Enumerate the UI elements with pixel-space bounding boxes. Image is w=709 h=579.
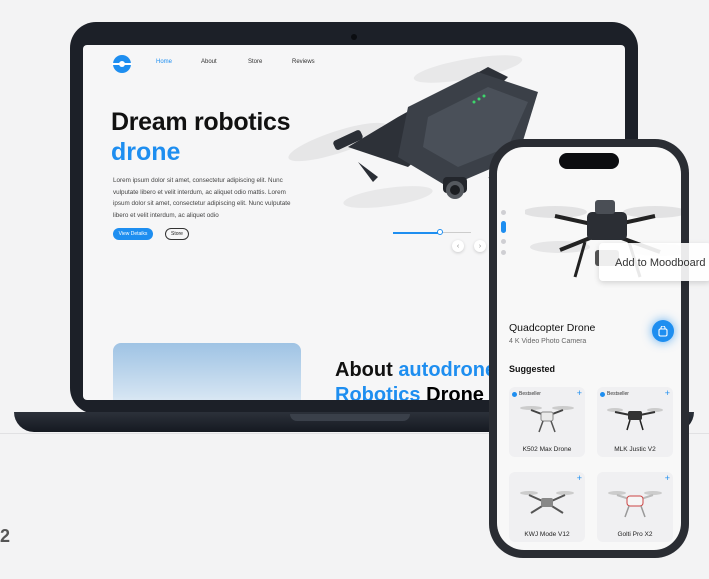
about-subtitle-accent: Robotics <box>335 384 421 400</box>
pager-dot[interactable] <box>501 250 506 255</box>
bestseller-badge: Bestseller <box>600 391 629 397</box>
badge-label: Bestseller <box>607 391 629 397</box>
nav-home[interactable]: Home <box>156 59 172 65</box>
drone-thumbnail <box>608 491 662 518</box>
pager-dot-active[interactable] <box>501 221 506 233</box>
laptop-camera <box>351 34 357 40</box>
about-title-text: About <box>335 359 399 381</box>
prev-arrow-icon[interactable]: ‹ <box>452 240 464 252</box>
image-pager[interactable] <box>501 210 507 261</box>
view-details-button[interactable]: View Detaiks <box>113 228 153 240</box>
pager-dot[interactable] <box>501 239 506 244</box>
product-meta: 4 K Video Photo Camera <box>509 338 587 345</box>
dynamic-island <box>559 153 619 169</box>
shopping-bag-icon[interactable] <box>652 320 674 342</box>
product-card-name: KWJ Mode V12 <box>524 531 570 538</box>
about-subtitle-text: Drone <box>420 384 484 400</box>
product-card-name: Golti Pro X2 <box>617 531 653 538</box>
laptop-notch <box>290 414 410 421</box>
product-card[interactable]: + Golti Pro X2 <box>597 472 673 542</box>
bestseller-badge: Bestseller <box>512 391 541 397</box>
badge-icon <box>512 391 517 397</box>
store-button[interactable]: Store <box>165 228 189 240</box>
badge-icon <box>600 391 605 397</box>
drone-thumbnail <box>520 406 574 433</box>
next-arrow-icon[interactable]: › <box>474 240 486 252</box>
product-card-name: MLK Justic V2 <box>614 446 656 453</box>
add-icon[interactable]: + <box>577 388 582 398</box>
product-drone-image <box>525 200 681 278</box>
carousel-track <box>441 232 471 233</box>
hero-description: Lorem ipsum dolor sit amet, consectetur … <box>113 177 291 219</box>
page-number: 2 <box>0 526 11 546</box>
add-icon[interactable]: + <box>577 473 582 483</box>
add-icon[interactable]: + <box>665 473 670 483</box>
hero-title-accent: drone <box>111 138 181 166</box>
carousel-handle[interactable] <box>437 229 443 235</box>
carousel-progress[interactable] <box>393 232 441 234</box>
product-card-name: K502 Max Drone <box>522 446 572 453</box>
about-image <box>113 343 301 400</box>
drone-thumbnail <box>607 408 663 431</box>
product-name: Quadcopter Drone <box>509 322 596 334</box>
about-title-accent: autodrone <box>398 359 497 381</box>
nav-about[interactable]: About <box>201 59 217 65</box>
add-to-moodboard-tooltip[interactable]: Add to Moodboard <box>599 243 709 281</box>
about-title: About autodrone <box>335 358 496 382</box>
brand-logo-icon[interactable] <box>112 55 132 73</box>
product-card[interactable]: Bestseller + K502 Max Drone <box>509 387 585 457</box>
product-card[interactable]: + KWJ Mode V12 <box>509 472 585 542</box>
mockup-stage: 2 Home About Store Reviews Dream robotic… <box>0 0 709 579</box>
suggested-heading: Suggested <box>509 364 556 374</box>
phone-screen: Quadcopter Drone 4 K Video Photo Camera … <box>497 147 681 550</box>
add-icon[interactable]: + <box>665 388 670 398</box>
hero-title: Dream robotics <box>111 108 291 136</box>
product-card[interactable]: Bestseller + MLK Justic V2 <box>597 387 673 457</box>
about-subtitle: Robotics Drone <box>335 383 484 400</box>
badge-label: Bestseller <box>519 391 541 397</box>
pager-dot[interactable] <box>501 210 506 215</box>
nav-store[interactable]: Store <box>248 59 262 65</box>
tooltip-label: Add to Moodboard <box>615 257 706 269</box>
drone-thumbnail <box>520 491 574 514</box>
